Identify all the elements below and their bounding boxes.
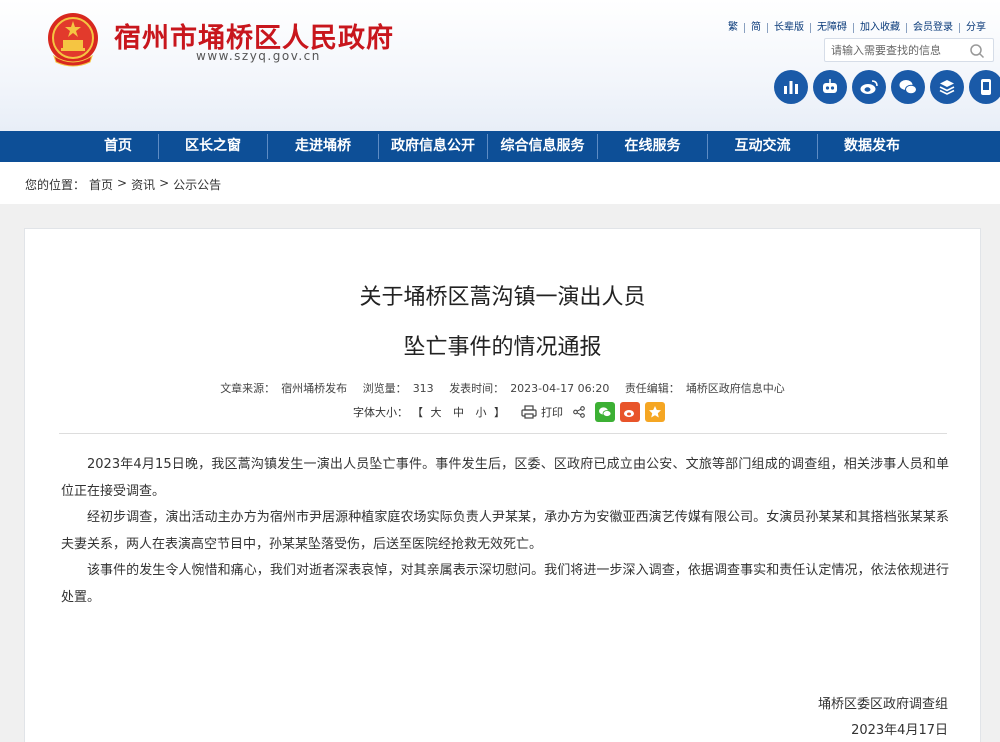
breadcrumb-bar: 您的位置： 首页 > 资讯 > 公示公告 [0,162,1000,204]
search-icon[interactable] [969,43,985,59]
breadcrumb-news[interactable]: 资讯 [131,176,155,193]
nav-online-service[interactable]: 在线服务 [598,131,707,162]
nav-gov-info[interactable]: 政府信息公开 [379,131,487,162]
source-value: 宿州埇桥发布 [281,382,348,395]
layers-icon[interactable] [930,70,964,104]
toplink-favorite[interactable]: 加入收藏 [854,22,906,34]
bracket-close: 】 [494,406,505,419]
toplink-elderly[interactable]: 长辈版 [768,22,810,34]
weibo-icon[interactable] [852,70,886,104]
toplink-simplified[interactable]: 简 [745,22,767,34]
site-header: 宿州市埇桥区人民政府 www.szyq.gov.cn 繁 简 长辈版 无障碍 加… [0,0,1000,131]
nav-info-service[interactable]: 综合信息服务 [488,131,597,162]
breadcrumb-home[interactable]: 首页 [89,176,113,193]
article-body: 2023年4月15日晚，我区蒿沟镇发生一演出人员坠亡事件。事件发生后，区委、区政… [61,452,949,611]
source-label: 文章来源： [220,382,276,395]
article-paragraph: 2023年4月15日晚，我区蒿沟镇发生一演出人员坠亡事件。事件发生后，区委、区政… [61,457,949,499]
time-value: 2023-04-17 06:20 [510,382,610,395]
stats-icon[interactable] [774,70,808,104]
nav-interaction[interactable]: 互动交流 [708,131,817,162]
article-paragraph: 经初步调查，演出活动主办方为宿州市尹居源种植家庭农场实际负责人尹某某，承办方为安… [61,510,949,552]
toplink-accessibility[interactable]: 无障碍 [811,22,853,34]
breadcrumb-notices[interactable]: 公示公告 [173,176,221,193]
share-wechat-icon[interactable] [595,402,615,422]
search-input[interactable] [831,42,967,58]
nav-data[interactable]: 数据发布 [818,131,926,162]
editor-value: 埇桥区政府信息中心 [685,382,785,395]
time-label: 发表时间： [449,382,505,395]
toplink-login[interactable]: 会员登录 [907,22,959,34]
social-icons [774,70,1000,104]
article-signature: 埇桥区委区政府调查组 [817,697,948,712]
font-big-button[interactable]: 大 [431,406,442,419]
top-links: 繁 简 长辈版 无障碍 加入收藏 会员登录 分享 [722,21,992,35]
print-icon[interactable] [521,405,537,419]
article-date: 2023年4月17日 [851,723,948,738]
nav-mayor[interactable]: 区长之窗 [159,131,267,162]
wechat-icon[interactable] [891,70,925,104]
article-signature-block: 埇桥区委区政府调查组 2023年4月17日 [818,692,948,742]
font-mid-button[interactable]: 中 [453,406,464,419]
share-favorite-icon[interactable] [645,402,665,422]
article-title-line2: 坠亡事件的情况通报 [403,335,602,360]
toplink-traditional[interactable]: 繁 [722,22,744,34]
font-size-options: 【 大 中 小 】 [412,404,505,420]
article-tools: 字体大小： 【 大 中 小 】 打印 [353,401,665,423]
editor-label: 责任编辑： [624,382,680,395]
article-divider [59,433,947,434]
app-icon[interactable] [969,70,1000,104]
toplink-share[interactable]: 分享 [960,22,992,34]
breadcrumb-prefix: 您的位置： [25,178,86,192]
print-button[interactable]: 打印 [541,404,563,420]
bracket-open: 【 [412,406,423,419]
article-card: 关于埇桥区蒿沟镇一演出人员 坠亡事件的情况通报 文章来源： 宿州埇桥发布 浏览量：… [24,228,981,742]
national-emblem-icon [48,13,98,67]
breadcrumb-separator: > [159,176,170,190]
nav-home[interactable]: 首页 [64,131,172,162]
breadcrumb: 您的位置： 首页 > 资讯 > 公示公告 [25,176,221,193]
font-size-label: 字体大小： [353,406,408,419]
views-value: 313 [412,382,434,395]
breadcrumb-separator: > [117,176,128,190]
search-box [824,38,994,62]
main-nav: 首页 区长之窗 走进埇桥 政府信息公开 综合信息服务 在线服务 互动交流 数据发… [0,131,1000,162]
views-label: 浏览量： [362,382,407,395]
share-weibo-icon[interactable] [620,402,640,422]
article-paragraph: 该事件的发生令人惋惜和痛心，我们对逝者深表哀悼，对其亲属表示深切慰问。我们将进一… [61,563,949,605]
article-meta: 文章来源： 宿州埇桥发布 浏览量： 313 发表时间： 2023-04-17 06:2… [25,380,980,396]
nav-about[interactable]: 走进埇桥 [268,131,378,162]
article-title-line1: 关于埇桥区蒿沟镇一演出人员 [359,285,646,310]
robot-icon[interactable] [813,70,847,104]
font-small-button[interactable]: 小 [476,406,487,419]
site-url: www.szyq.gov.cn [196,49,321,63]
share-icon[interactable] [573,406,585,418]
